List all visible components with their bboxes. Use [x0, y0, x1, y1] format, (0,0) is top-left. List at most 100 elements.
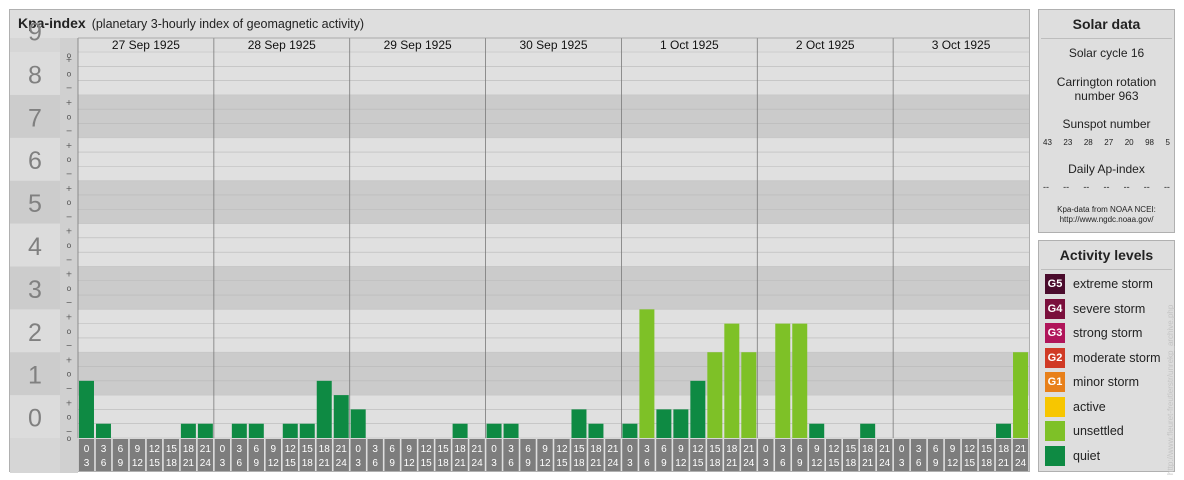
y-tick-label: 7 [28, 104, 42, 132]
y-minor-tick-label: − [66, 170, 73, 179]
y-tick-label: 1 [28, 362, 42, 390]
kp-band [78, 395, 1029, 438]
interval-start-label: 12 [692, 444, 704, 455]
ap-value: -- [1063, 182, 1070, 192]
interval-end-label: 12 [132, 458, 144, 469]
kp-bar [571, 409, 587, 438]
interval-start-label: 21 [743, 444, 755, 455]
interval-start-label: 0 [763, 444, 769, 455]
interval-start-label: 15 [166, 444, 178, 455]
activity-levels-panel: Activity levels G5 extreme storm G4 seve… [1038, 240, 1175, 472]
level-label: quiet [1073, 448, 1101, 463]
interval-end-label: 21 [455, 458, 467, 469]
interval-start-label: 6 [661, 444, 667, 455]
kp-bar [299, 423, 315, 438]
kp-bar [656, 409, 672, 438]
interval-start-label: 18 [590, 444, 602, 455]
interval-end-label: 6 [780, 458, 786, 469]
interval-start-label: 12 [149, 444, 161, 455]
kp-band [78, 180, 1029, 224]
interval-start-label: 9 [406, 444, 412, 455]
kp-bar [197, 423, 213, 438]
kp-bar [690, 380, 706, 438]
day-label: 1 Oct 1925 [660, 38, 719, 52]
kp-bar [248, 423, 264, 438]
kp-bar [673, 409, 689, 438]
interval-end-label: 3 [763, 458, 769, 469]
interval-end-label: 9 [525, 458, 531, 469]
activity-levels-title: Activity levels [1059, 247, 1154, 263]
interval-start-label: 18 [319, 444, 331, 455]
level-label: strong storm [1073, 326, 1143, 340]
interval-end-label: 6 [101, 458, 107, 469]
level-label: extreme storm [1073, 277, 1153, 291]
kp-band [78, 352, 1029, 396]
kp-bar [316, 380, 332, 438]
kpa-chart-panel: Kpa-index (planetary 3-hourly index of ge… [9, 9, 1030, 473]
level-extreme-storm: G5 extreme storm [1045, 274, 1153, 294]
y-minor-tick-label: o [67, 198, 72, 207]
kp-bar [486, 423, 502, 438]
level-unsettled: unsettled [1045, 421, 1124, 441]
interval-end-label: 6 [916, 458, 922, 469]
interval-start-label: 3 [780, 444, 786, 455]
sunspot-value: 23 [1063, 138, 1073, 147]
interval-start-label: 21 [1015, 444, 1027, 455]
kp-bar [775, 323, 791, 438]
interval-start-label: 15 [845, 444, 857, 455]
interval-end-label: 15 [285, 458, 297, 469]
y-minor-tick-label: o [67, 69, 72, 78]
interval-start-label: 12 [556, 444, 568, 455]
sunspot-values: 43 23 28 27 20 98 5 [1043, 138, 1170, 147]
y-minor-tick-label: o [67, 434, 72, 443]
interval-start-label: 12 [828, 444, 840, 455]
interval-start-label: 21 [607, 444, 619, 455]
interval-end-label: 3 [491, 458, 497, 469]
interval-end-label: 9 [933, 458, 939, 469]
ap-value: -- [1103, 182, 1110, 192]
kp-bar [180, 423, 196, 438]
interval-start-label: 12 [285, 444, 297, 455]
day-label: 30 Sep 1925 [519, 38, 587, 52]
interval-start-label: 6 [118, 444, 124, 455]
carrington-rotation-line2: number 963 [1074, 89, 1139, 103]
interval-start-label: 15 [981, 444, 993, 455]
kp-bar [860, 423, 876, 438]
kp-band [78, 309, 1029, 353]
y-minor-tick-label: + [66, 355, 73, 364]
interval-start-label: 3 [644, 444, 650, 455]
y-minor-tick-label: o [67, 284, 72, 293]
ap-value: -- [1143, 182, 1150, 192]
y-minor-tick-label: − [66, 127, 73, 136]
kp-band [78, 223, 1029, 267]
interval-end-label: 21 [319, 458, 331, 469]
ap-value: -- [1043, 182, 1049, 192]
y-minor-tick-label: o [67, 370, 72, 379]
y-minor-tick-label: + [66, 98, 73, 107]
y-tick-label: 9 [28, 19, 42, 47]
interval-end-label: 15 [692, 458, 704, 469]
interval-end-label: 15 [964, 458, 976, 469]
y-minor-tick-label: o [67, 241, 72, 250]
interval-start-label: 6 [797, 444, 803, 455]
day-label: 2 Oct 1925 [796, 38, 855, 52]
sunspot-title: Sunspot number [1062, 117, 1151, 131]
interval-end-label: 9 [254, 458, 260, 469]
y-tick-label: 2 [28, 319, 42, 347]
kp-band [78, 52, 1029, 95]
data-source-line1: Kpa-data from NOAA NCEI: [1057, 205, 1156, 214]
level-label: severe storm [1073, 301, 1146, 316]
level-swatch: G1 [1045, 372, 1065, 392]
y-tick-label: 4 [28, 233, 42, 261]
level-swatch [1045, 396, 1065, 417]
y-tick-label: 0 [28, 405, 42, 433]
y-minor-tick-label: − [66, 384, 73, 393]
kp-bar [333, 395, 349, 438]
interval-end-label: 18 [166, 458, 178, 469]
interval-start-label: 12 [964, 444, 976, 455]
interval-start-label: 3 [237, 444, 243, 455]
interval-end-label: 6 [237, 458, 243, 469]
y-minor-tick-label: − [66, 84, 73, 93]
y-minor-tick-label: o [67, 112, 72, 121]
y-minor-tick-label: o [67, 327, 72, 336]
